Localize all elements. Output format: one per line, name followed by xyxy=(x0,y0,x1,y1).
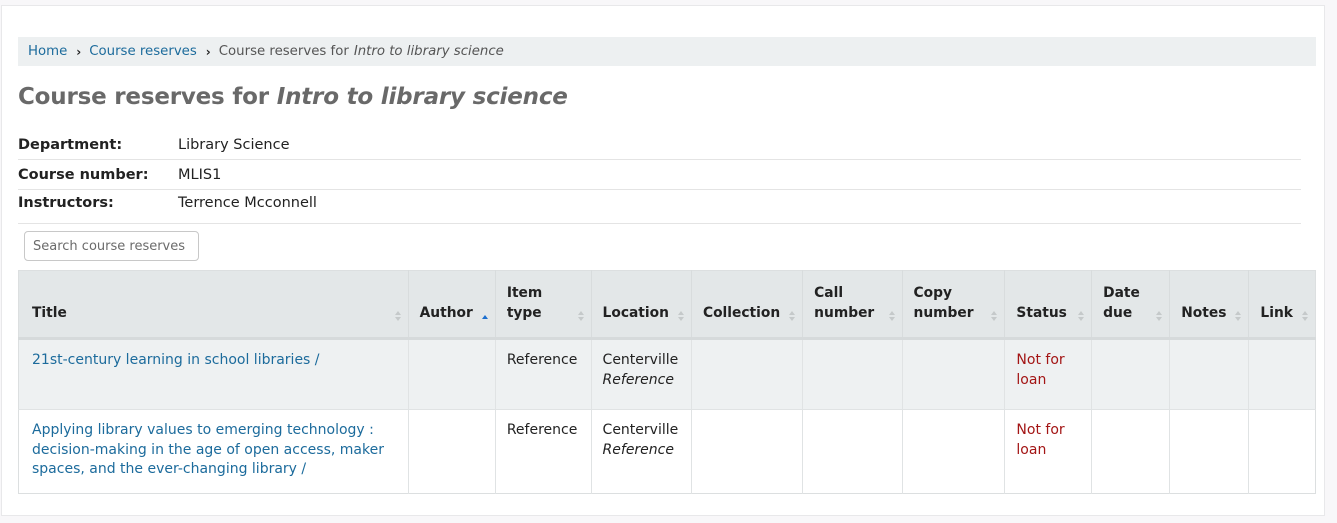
cell-item-type: Reference xyxy=(494,409,592,494)
cell-author xyxy=(407,338,496,410)
location-shelving: Reference xyxy=(602,371,674,388)
breadcrumb-current-prefix: Course reserves for xyxy=(218,44,349,59)
chevron-right-icon: › xyxy=(76,44,82,59)
detail-row-course-number: Course number: MLIS1 xyxy=(18,160,1301,190)
title-link[interactable]: Applying library values to emerging tech… xyxy=(32,422,384,477)
page-title-prefix: Course reserves for xyxy=(18,84,277,110)
column-header-status[interactable]: Status xyxy=(1004,270,1092,340)
cell-location: Centerville Reference xyxy=(590,338,692,410)
cell-notes xyxy=(1169,338,1249,410)
column-label: Author xyxy=(419,305,473,321)
column-label: Copy number xyxy=(913,285,974,321)
breadcrumb-course-reserves-link[interactable]: Course reserves xyxy=(89,44,197,59)
cell-title: Applying library values to emerging tech… xyxy=(18,409,409,494)
sort-icon xyxy=(1235,310,1242,322)
detail-label: Instructors: xyxy=(18,195,114,211)
sort-ascending-icon xyxy=(481,310,489,322)
column-label: Status xyxy=(1016,305,1067,321)
breadcrumb-home-link[interactable]: Home xyxy=(28,44,67,59)
cell-location: Centerville Reference xyxy=(590,409,692,494)
sort-icon xyxy=(677,310,685,322)
location-shelving: Reference xyxy=(602,441,674,458)
course-reserves-table: Title Author Item type Location Collecti… xyxy=(18,270,1316,494)
status-badge: Not for loan xyxy=(1016,422,1065,458)
cell-date-due xyxy=(1091,409,1170,494)
breadcrumb: Home › Course reserves › Course reserves… xyxy=(18,37,1316,66)
detail-value: Library Science xyxy=(178,136,290,153)
detail-label: Course number: xyxy=(18,166,149,183)
column-label: Item type xyxy=(506,285,543,321)
location-branch: Centerville xyxy=(602,422,679,438)
detail-row-instructors: Instructors: Terrence Mcconnell xyxy=(18,190,1301,224)
column-label: Call number xyxy=(814,285,875,321)
column-header-item-type[interactable]: Item type xyxy=(494,270,592,340)
sort-icon xyxy=(1302,310,1309,322)
page-title-course: Intro to library science xyxy=(276,84,568,110)
course-details: Department: Library Science Course numbe… xyxy=(18,130,1301,224)
location-branch: Centerville xyxy=(602,352,679,368)
column-header-author[interactable]: Author xyxy=(407,270,496,340)
page-container: Home › Course reserves › Course reserves… xyxy=(1,5,1325,516)
cell-author xyxy=(407,409,496,494)
column-header-date-due[interactable]: Date due xyxy=(1091,270,1170,340)
column-header-location[interactable]: Location xyxy=(590,270,692,340)
sort-icon xyxy=(1078,310,1085,322)
column-label: Link xyxy=(1260,305,1293,321)
cell-notes xyxy=(1169,409,1249,494)
cell-link xyxy=(1248,338,1316,410)
detail-value: MLIS1 xyxy=(178,166,222,183)
page-title: Course reserves for Intro to library sci… xyxy=(18,84,568,110)
column-header-link[interactable]: Link xyxy=(1248,270,1316,340)
table-row: Applying library values to emerging tech… xyxy=(18,409,1316,494)
column-header-collection[interactable]: Collection xyxy=(690,270,803,340)
cell-status: Not for loan xyxy=(1004,338,1092,410)
column-header-title[interactable]: Title xyxy=(18,270,409,340)
cell-copy-number xyxy=(901,409,1005,494)
sort-icon xyxy=(394,310,402,322)
table-row: 21st-century learning in school librarie… xyxy=(18,338,1316,410)
sort-icon xyxy=(577,310,585,322)
column-header-call-number[interactable]: Call number xyxy=(802,270,903,340)
column-header-notes[interactable]: Notes xyxy=(1169,270,1249,340)
table-header-row: Title Author Item type Location Collecti… xyxy=(18,270,1316,340)
breadcrumb-current-course: Intro to library science xyxy=(353,44,504,59)
cell-title: 21st-century learning in school librarie… xyxy=(18,338,409,410)
cell-item-type: Reference xyxy=(494,338,592,410)
detail-label: Department: xyxy=(18,136,123,153)
cell-copy-number xyxy=(901,338,1005,410)
title-link[interactable]: 21st-century learning in school librarie… xyxy=(32,352,320,368)
sort-icon xyxy=(991,310,998,322)
column-label: Collection xyxy=(702,305,781,321)
cell-link xyxy=(1248,409,1316,494)
chevron-right-icon: › xyxy=(205,44,211,59)
column-label: Notes xyxy=(1181,305,1227,321)
search-input[interactable] xyxy=(24,231,199,261)
breadcrumb-current: Course reserves for Intro to library scie… xyxy=(219,44,504,59)
detail-row-department: Department: Library Science xyxy=(18,130,1301,160)
sort-icon xyxy=(888,310,896,322)
column-label: Date due xyxy=(1103,285,1140,321)
sort-icon xyxy=(789,310,796,322)
detail-value: Terrence Mcconnell xyxy=(178,195,317,211)
cell-status: Not for loan xyxy=(1004,409,1092,494)
status-badge: Not for loan xyxy=(1016,352,1065,388)
cell-date-due xyxy=(1091,338,1170,410)
cell-call-number xyxy=(802,338,903,410)
column-label: Location xyxy=(602,305,669,321)
cell-collection xyxy=(690,409,803,494)
column-label: Title xyxy=(32,305,67,321)
cell-call-number xyxy=(802,409,903,494)
cell-collection xyxy=(690,338,803,410)
column-header-copy-number[interactable]: Copy number xyxy=(901,270,1005,340)
sort-icon xyxy=(1156,310,1163,322)
